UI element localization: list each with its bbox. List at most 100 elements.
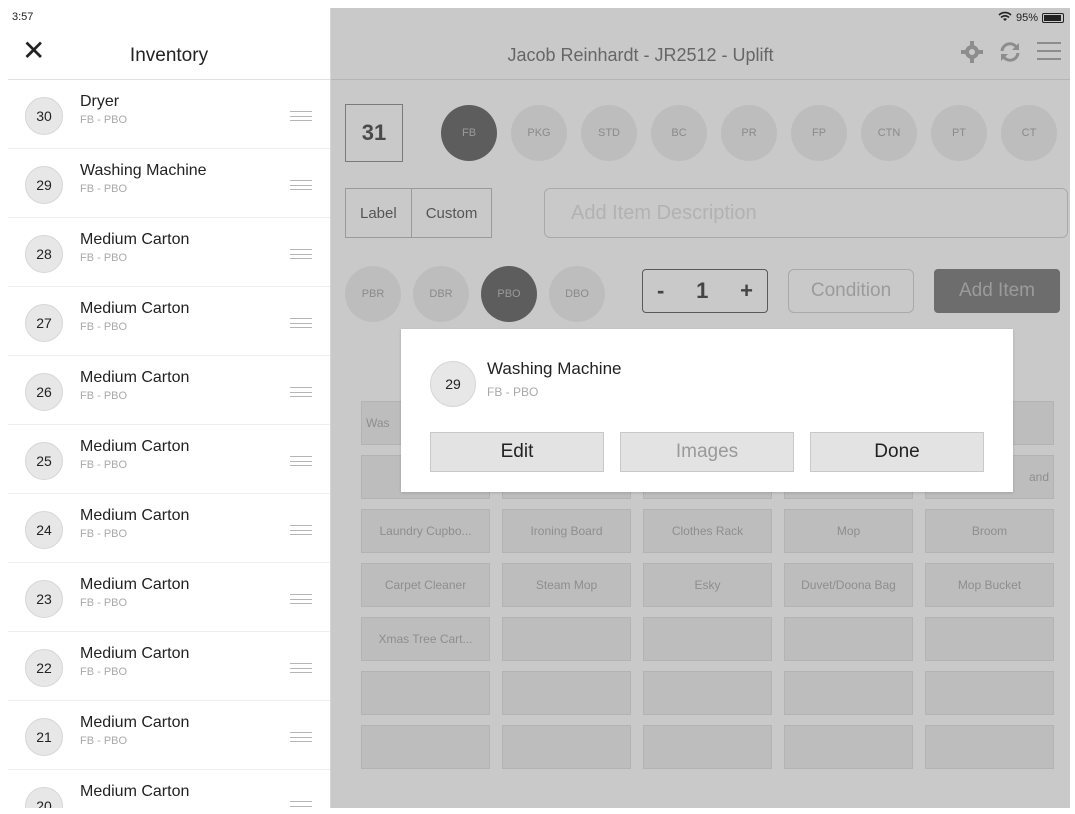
drag-handle-icon[interactable] [290, 318, 312, 328]
item-grid-cell[interactable]: Laundry Cupbo... [361, 509, 490, 553]
item-name: Medium Carton [80, 783, 190, 800]
item-grid-cell[interactable] [643, 671, 772, 715]
type-button-ct[interactable]: CT [1001, 105, 1057, 161]
item-grid-cell[interactable]: Carpet Cleaner [361, 563, 490, 607]
drag-handle-icon[interactable] [290, 456, 312, 466]
item-grid-cell[interactable] [784, 671, 913, 715]
item-grid-cell[interactable] [784, 617, 913, 661]
inventory-list-item[interactable]: 29 Washing Machine FB - PBO [8, 149, 330, 218]
segment-label[interactable]: Label [346, 189, 411, 237]
segment-custom[interactable]: Custom [410, 189, 492, 237]
drag-handle-icon[interactable] [290, 801, 312, 808]
condition-button[interactable]: Condition [788, 269, 914, 313]
type-button-fb[interactable]: FB [441, 105, 497, 161]
inventory-list-item[interactable]: 25 Medium Carton FB - PBO [8, 425, 330, 494]
code-button-pbo[interactable]: PBO [481, 266, 537, 322]
inventory-list-item[interactable]: 20 Medium Carton [8, 770, 330, 808]
inventory-list-item[interactable]: 21 Medium Carton FB - PBO [8, 701, 330, 770]
sidebar-title: Inventory [129, 45, 209, 66]
drag-handle-icon[interactable] [290, 180, 312, 190]
quantity-value: 1 [696, 278, 709, 303]
sync-icon[interactable] [998, 40, 1022, 71]
gear-icon[interactable] [960, 40, 984, 71]
drag-handle-icon[interactable] [290, 663, 312, 673]
item-name: Washing Machine [80, 162, 207, 179]
item-grid-cell[interactable]: Clothes Rack [643, 509, 772, 553]
code-button-pbr[interactable]: PBR [345, 266, 401, 322]
item-grid-cell[interactable]: Broom [925, 509, 1054, 553]
item-modal: 29 Washing Machine FB - PBO Edit Images … [401, 329, 1013, 492]
type-button-pkg[interactable]: PKG [511, 105, 567, 161]
quantity-plus-button[interactable]: + [740, 278, 753, 304]
item-number-badge: 28 [25, 235, 63, 273]
app-frame: 3:57 95% Jacob Reinhardt - JR2512 - Upli… [8, 8, 1070, 808]
drag-handle-icon[interactable] [290, 249, 312, 259]
battery-percent: 95% [1015, 12, 1038, 24]
item-number-badge: 25 [25, 442, 63, 480]
edit-button[interactable]: Edit [430, 432, 604, 472]
menu-icon[interactable] [1036, 40, 1062, 71]
battery-fill [1044, 15, 1062, 21]
item-grid-cell[interactable]: Ironing Board [502, 509, 631, 553]
item-number-badge: 26 [25, 373, 63, 411]
done-button[interactable]: Done [810, 432, 984, 472]
code-button-dbo[interactable]: DBO [549, 266, 605, 322]
item-grid-cell[interactable] [643, 617, 772, 661]
add-item-button[interactable]: Add Item [934, 269, 1060, 313]
item-sub: FB - PBO [80, 114, 128, 126]
modal-item-sub: FB - PBO [487, 385, 539, 399]
type-buttons: FB PKG STD BC PR FP CTN PT CT [441, 105, 1057, 161]
inventory-list-item[interactable]: 30 Dryer FB - PBO [8, 80, 330, 149]
drag-handle-icon[interactable] [290, 732, 312, 742]
item-number-badge: 30 [25, 97, 63, 135]
status-right: 95% [998, 11, 1064, 25]
item-grid-cell[interactable] [502, 725, 631, 769]
wifi-icon [998, 11, 1012, 25]
item-number-badge: 24 [25, 511, 63, 549]
item-grid-cell[interactable]: Duvet/Doona Bag [784, 563, 913, 607]
item-grid-cell[interactable]: Xmas Tree Cart... [361, 617, 490, 661]
item-name: Dryer [80, 93, 120, 110]
item-grid-cell[interactable] [502, 617, 631, 661]
type-button-pr[interactable]: PR [721, 105, 777, 161]
code-button-dbr[interactable]: DBR [413, 266, 469, 322]
inventory-list-item[interactable]: 23 Medium Carton FB - PBO [8, 563, 330, 632]
type-button-ctn[interactable]: CTN [861, 105, 917, 161]
quantity-minus-button[interactable]: - [657, 278, 664, 304]
inventory-sidebar: ✕ Inventory 30 Dryer FB - PBO 29 Washing Mac… [8, 8, 331, 808]
item-grid-cell[interactable]: Esky [643, 563, 772, 607]
inventory-list-item[interactable]: 22 Medium Carton FB - PBO [8, 632, 330, 701]
item-grid-cell[interactable] [502, 671, 631, 715]
drag-handle-icon[interactable] [290, 594, 312, 604]
type-button-fp[interactable]: FP [791, 105, 847, 161]
job-title: Jacob Reinhardt - JR2512 - Uplift [507, 45, 774, 65]
images-button[interactable]: Images [620, 432, 794, 472]
drag-handle-icon[interactable] [290, 111, 312, 121]
type-button-std[interactable]: STD [581, 105, 637, 161]
type-button-bc[interactable]: BC [651, 105, 707, 161]
label-custom-segment: Label Custom [345, 188, 493, 238]
item-description-input[interactable]: Add Item Description [544, 188, 1068, 238]
item-grid-cell[interactable] [925, 617, 1054, 661]
item-grid-cell[interactable] [925, 725, 1054, 769]
item-name: Medium Carton [80, 507, 190, 524]
inventory-list-item[interactable]: 27 Medium Carton FB - PBO [8, 287, 330, 356]
item-grid-cell[interactable] [925, 671, 1054, 715]
item-grid-cell[interactable]: Mop Bucket [925, 563, 1054, 607]
inventory-list-item[interactable]: 28 Medium Carton FB - PBO [8, 218, 330, 287]
inventory-list-item[interactable]: 24 Medium Carton FB - PBO [8, 494, 330, 563]
item-name: Medium Carton [80, 300, 190, 317]
condition-code-buttons: PBR DBR PBO DBO [345, 266, 605, 322]
item-number-badge: 29 [25, 166, 63, 204]
inventory-list-item[interactable]: 26 Medium Carton FB - PBO [8, 356, 330, 425]
type-button-pt[interactable]: PT [931, 105, 987, 161]
item-grid-cell[interactable] [784, 725, 913, 769]
item-grid-cell[interactable] [361, 671, 490, 715]
item-grid-cell[interactable]: Steam Mop [502, 563, 631, 607]
item-grid-cell[interactable] [643, 725, 772, 769]
item-sub: FB - PBO [80, 666, 128, 678]
drag-handle-icon[interactable] [290, 387, 312, 397]
drag-handle-icon[interactable] [290, 525, 312, 535]
item-grid-cell[interactable]: Mop [784, 509, 913, 553]
item-grid-cell[interactable] [361, 725, 490, 769]
